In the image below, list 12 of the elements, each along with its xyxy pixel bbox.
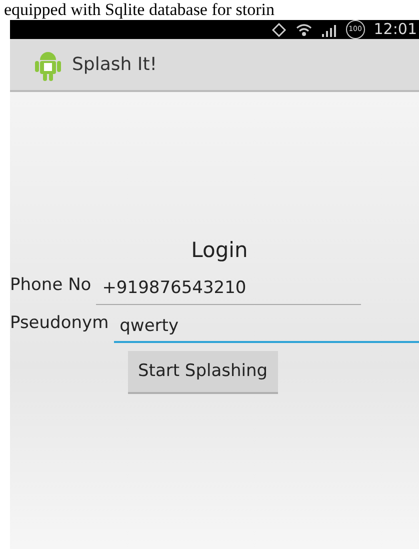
clock: 12:01 [374, 19, 417, 40]
field-label: Pseudonym [10, 312, 109, 335]
rotation-icon [270, 22, 287, 36]
signal-icon [320, 22, 337, 36]
caption-text: equipped with Sqlite database for storin [3, 0, 276, 20]
start-splashing-button[interactable]: Start Splashing [128, 350, 278, 394]
wifi-icon [296, 22, 312, 36]
text-field[interactable]: +919876543210 [96, 272, 362, 304]
app-title: Splash It! [72, 53, 157, 77]
text-field[interactable]: qwerty [114, 310, 419, 342]
field-label: Phone No [10, 274, 92, 297]
login-heading: Login [190, 237, 249, 264]
